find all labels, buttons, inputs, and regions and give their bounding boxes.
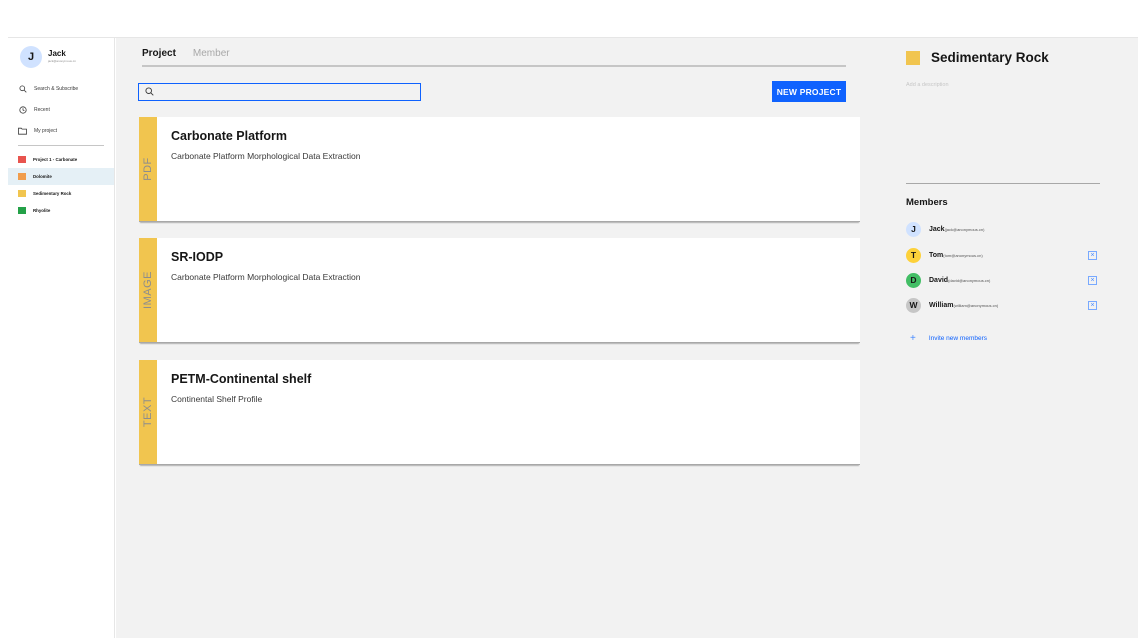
invite-members-button[interactable]: + Invite new members bbox=[910, 333, 987, 344]
tab-member[interactable]: Member bbox=[193, 48, 230, 65]
description-field[interactable]: Add a description bbox=[906, 82, 949, 88]
member-email: (tom@anonymous.cn) bbox=[943, 252, 983, 258]
project-detail-panel: Sedimentary Rock Add a description Membe… bbox=[906, 38, 1106, 638]
project-color-swatch bbox=[18, 207, 26, 214]
member-avatar: D bbox=[906, 272, 921, 288]
sidebar-project-rhyolite[interactable]: Rhyolite bbox=[8, 202, 114, 219]
panel-header: Sedimentary Rock bbox=[906, 50, 1049, 65]
search-icon bbox=[18, 84, 27, 93]
sidebar-item-label: Search & Subscribe bbox=[34, 85, 79, 92]
folder-icon bbox=[18, 126, 27, 135]
card-title: SR-IODP bbox=[171, 250, 224, 264]
sidebar-project-label: Rhyolite bbox=[33, 208, 51, 213]
card-type-strip: IMAGE bbox=[139, 238, 157, 342]
project-color-swatch bbox=[18, 190, 26, 197]
card-title: Carbonate Platform bbox=[171, 129, 287, 143]
project-card-sr-iodp[interactable]: IMAGE SR-IODP Carbonate Platform Morphol… bbox=[139, 238, 860, 343]
sidebar-project-label: Dolomite bbox=[33, 174, 52, 179]
members-heading: Members bbox=[906, 197, 948, 208]
tab-project[interactable]: Project bbox=[142, 48, 176, 65]
search-input[interactable] bbox=[158, 87, 408, 97]
card-type-label: IMAGE bbox=[142, 271, 155, 309]
card-description: Carbonate Platform Morphological Data Ex… bbox=[171, 151, 361, 161]
member-avatar: W bbox=[906, 297, 921, 313]
member-row: T Tom(tom@anonymous.cn) × bbox=[906, 247, 1100, 263]
plus-icon: + bbox=[910, 333, 916, 344]
user-profile[interactable]: J Jack jack@anonymous.cn bbox=[8, 38, 114, 70]
panel-divider bbox=[906, 183, 1100, 184]
invite-label: Invite new members bbox=[928, 335, 988, 342]
card-title: PETM-Continental shelf bbox=[171, 372, 312, 386]
member-email: (jack@anonymous.cn) bbox=[944, 226, 985, 232]
sidebar-project-dolomite[interactable]: Dolomite bbox=[8, 168, 114, 185]
search-icon bbox=[145, 83, 154, 101]
remove-member-button[interactable]: × bbox=[1088, 276, 1097, 285]
panel-color-swatch bbox=[906, 50, 920, 65]
sidebar-project-carbonate[interactable]: Project 1 - Carbonate bbox=[8, 151, 114, 168]
project-card-carbonate-platform[interactable]: PDF Carbonate Platform Carbonate Platfor… bbox=[139, 117, 860, 222]
member-avatar: J bbox=[906, 221, 921, 237]
sidebar-item-search-subscribe[interactable]: Search & Subscribe bbox=[8, 78, 114, 99]
sidebar-item-my-project[interactable]: My project bbox=[8, 120, 114, 141]
member-name: William bbox=[929, 301, 954, 309]
project-color-swatch bbox=[18, 173, 26, 180]
sidebar-item-label: My project bbox=[34, 127, 58, 134]
user-email: jack@anonymous.cn bbox=[48, 59, 76, 63]
sidebar-nav: Search & Subscribe Recent My project bbox=[8, 78, 114, 141]
member-row: D David(david@anonymous.cn) × bbox=[906, 272, 1100, 288]
tab-bar: Project Member bbox=[142, 48, 846, 67]
project-color-swatch bbox=[18, 156, 26, 163]
card-type-strip: PDF bbox=[139, 117, 157, 221]
member-row: W William(william@anonymous.cn) × bbox=[906, 297, 1100, 313]
card-type-label: PDF bbox=[142, 157, 154, 181]
sidebar-project-label: Project 1 - Carbonate bbox=[33, 157, 78, 162]
user-name: Jack bbox=[48, 49, 66, 58]
sidebar-item-recent[interactable]: Recent bbox=[8, 99, 114, 120]
member-row: J Jack(jack@anonymous.cn) bbox=[906, 221, 1100, 237]
sidebar-project-label: Sedimentary Rock bbox=[33, 191, 72, 196]
member-email: (david@anonymous.cn) bbox=[948, 277, 991, 283]
main-content: Project Member NEW PROJECT PDF Carbonate… bbox=[116, 38, 1138, 638]
card-description: Carbonate Platform Morphological Data Ex… bbox=[171, 272, 361, 282]
remove-member-button[interactable]: × bbox=[1088, 251, 1097, 260]
new-project-button[interactable]: NEW PROJECT bbox=[772, 81, 846, 102]
clock-icon bbox=[18, 105, 27, 114]
card-type-strip: TEXT bbox=[139, 360, 157, 464]
member-name: Jack bbox=[929, 225, 945, 233]
sidebar-project-sedimentary-rock[interactable]: Sedimentary Rock bbox=[8, 185, 114, 202]
sidebar: J Jack jack@anonymous.cn Search & Subscr… bbox=[8, 38, 115, 638]
member-name: David bbox=[929, 276, 949, 284]
sidebar-item-label: Recent bbox=[34, 106, 50, 113]
search-box[interactable] bbox=[138, 83, 421, 101]
card-type-label: TEXT bbox=[142, 396, 154, 428]
panel-title: Sedimentary Rock bbox=[931, 50, 1049, 65]
project-card-petm-continental-shelf[interactable]: TEXT PETM-Continental shelf Continental … bbox=[139, 360, 860, 465]
member-avatar: T bbox=[906, 247, 921, 263]
remove-member-button[interactable]: × bbox=[1088, 301, 1097, 310]
member-name: Tom bbox=[929, 251, 944, 259]
user-avatar: J bbox=[20, 45, 42, 68]
member-email: (william@anonymous.cn) bbox=[953, 302, 999, 308]
sidebar-divider bbox=[18, 145, 104, 146]
top-bar bbox=[8, 8, 1138, 38]
card-description: Continental Shelf Profile bbox=[171, 394, 263, 404]
